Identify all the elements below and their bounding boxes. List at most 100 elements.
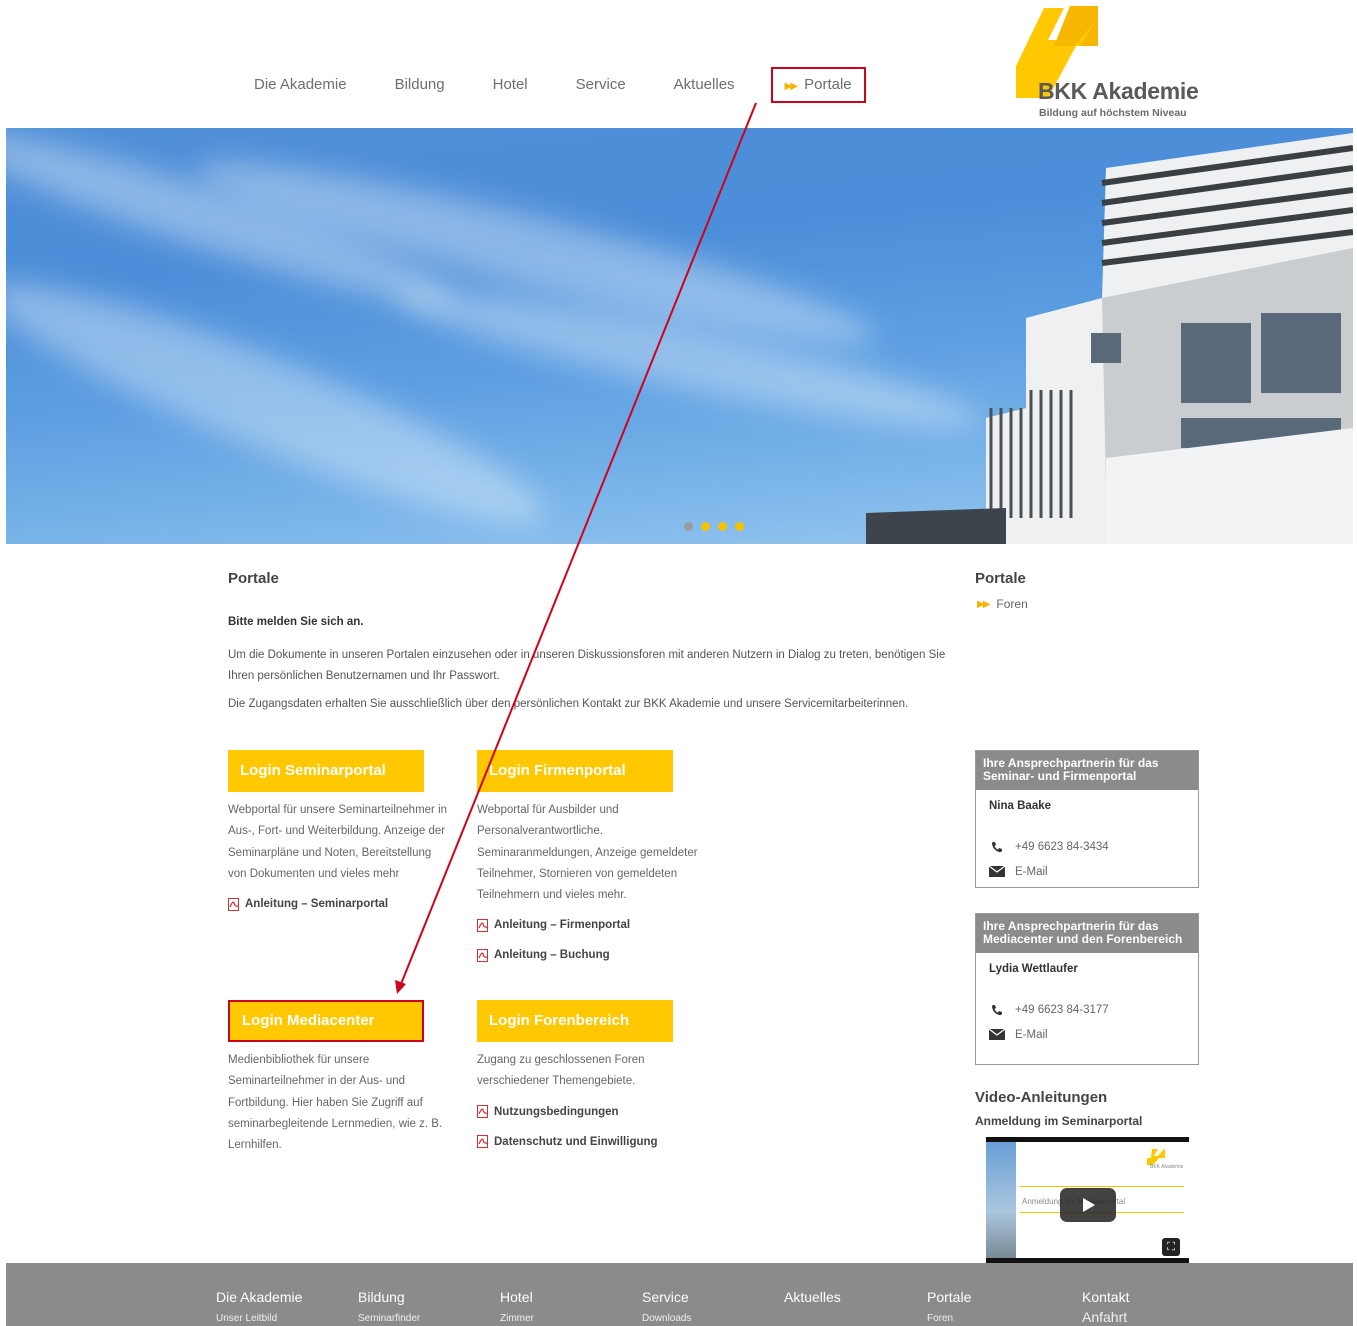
phone-icon [989,840,1005,854]
login-mediacenter-button[interactable]: Login Mediacenter [228,1000,424,1042]
slider-dot[interactable] [718,522,727,531]
building-image [866,133,1353,544]
pdf-link[interactable]: Anleitung – Firmenportal [477,914,701,936]
footer-link[interactable]: Unser Leitbild [216,1313,302,1324]
footer-heading[interactable]: Hotel [500,1289,534,1305]
forenbereich-box: Login Forenbereich Zugang zu geschlossen… [477,1000,701,1153]
intro-paragraph-2: Die Zugangsdaten erhalten Sie ausschließ… [228,698,909,710]
site-footer: Die Akademie Unser Leitbild Bildung Semina… [6,1263,1353,1326]
site-header: Die Akademie Bildung Hotel Service Aktue… [0,0,1357,128]
play-button[interactable] [1060,1188,1116,1222]
contact-card-heading: Ihre Ansprechpartnerin für das Seminar- … [976,751,1198,790]
intro-paragraph: Um die Dokumente in unseren Portalen ein… [228,649,946,682]
phone-number: +49 6623 84-3434 [1015,840,1109,853]
nav-portale[interactable]: ▶▶ Portale [770,67,866,103]
login-seminarportal-button[interactable]: Login Seminarportal [228,750,424,792]
pdf-link-label: Anleitung – Seminarportal [245,898,389,911]
page-title: Portale [228,570,279,587]
main-nav: Die Akademie Bildung Hotel Service Aktue… [230,66,866,104]
footer-heading[interactable]: Aktuelles [784,1289,841,1305]
pdf-link[interactable]: Datenschutz und Einwilligung [477,1131,701,1153]
video-logo-text: BKK Akademie [1150,1164,1184,1170]
slider-dot[interactable] [701,522,710,531]
footer-col: Portale Foren [927,1289,971,1324]
video-section-title: Video-Anleitungen [975,1089,1108,1106]
footer-heading[interactable]: Die Akademie [216,1289,302,1305]
footer-col: Bildung Seminarfinder [358,1289,420,1324]
contact-name: Nina Baake [989,800,1052,812]
footer-heading[interactable]: Service [642,1289,691,1305]
video-thumbnail-photo [986,1142,1016,1258]
sidebar-title: Portale [975,570,1026,587]
fullscreen-icon[interactable]: ⛶ [1162,1238,1180,1256]
nav-aktuelles[interactable]: Aktuelles [650,66,759,104]
footer-link[interactable]: Seminarfinder [358,1313,420,1324]
contact-card: Ihre Ansprechpartnerin für das Seminar- … [975,750,1199,888]
footer-heading[interactable]: Bildung [358,1289,420,1305]
video-subtitle: Anmeldung im Seminarportal [975,1114,1143,1128]
contact-phone: +49 6623 84-3434 [989,834,1185,859]
nav-bildung[interactable]: Bildung [371,66,469,104]
email-label: E-Mail [1015,1028,1048,1041]
envelope-icon [989,865,1005,879]
mediacenter-description: Medienbibliothek für unsere Seminarteiln… [228,1054,443,1152]
forenbereich-description: Zugang zu geschlossenen Foren verschiede… [477,1054,645,1088]
double-arrow-icon: ▶▶ [784,81,798,92]
pdf-link-label: Datenschutz und Einwilligung [494,1135,658,1148]
slider-dot[interactable] [735,522,744,531]
slider-dot[interactable] [684,522,693,531]
nav-die-akademie[interactable]: Die Akademie [230,66,371,104]
pdf-icon [477,948,488,962]
play-icon [1083,1198,1095,1212]
intro-heading: Bitte melden Sie sich an. [228,616,364,628]
pdf-link-label: Nutzungsbedingungen [494,1105,619,1118]
pdf-link[interactable]: Anleitung – Buchung [477,944,701,966]
double-arrow-icon: ▶▶ [977,598,990,610]
phone-number: +49 6623 84-3177 [1015,1003,1109,1016]
sidebar-link-foren[interactable]: ▶▶ Foren [977,597,1028,611]
seminarportal-description: Webportal für unsere Seminarteilnehmer i… [228,804,448,880]
video-thumbnail: BKK Akademie Anmeldung im Seminarportal … [986,1142,1189,1258]
footer-link[interactable]: Anfahrt [1082,1309,1129,1325]
video-player[interactable]: BKK Akademie Anmeldung im Seminarportal … [986,1137,1189,1263]
nav-service[interactable]: Service [552,66,650,104]
footer-col: Hotel Zimmer [500,1289,534,1324]
footer-link[interactable]: Foren [927,1313,971,1324]
footer-heading[interactable]: Kontakt [1082,1289,1129,1305]
mediacenter-box: Login Mediacenter Medienbibliothek für u… [228,1000,452,1156]
pdf-icon [477,1135,488,1149]
footer-col: Aktuelles [784,1289,841,1313]
logo-tagline: Bildung auf höchstem Niveau [1039,107,1187,119]
footer-link[interactable]: Downloads [642,1313,691,1324]
contact-card: Ihre Ansprechpartnerin für das Mediacent… [975,913,1199,1065]
pdf-link-label: Anleitung – Buchung [494,949,610,962]
contact-name: Lydia Wettlaufer [989,963,1078,975]
firmenportal-description: Webportal für Ausbilder und Personalvera… [477,804,698,902]
seminarportal-box: Login Seminarportal Webportal für unsere… [228,750,452,915]
envelope-icon [989,1028,1005,1042]
footer-heading[interactable]: Portale [927,1289,971,1305]
logo-name: BKK Akademie [1038,78,1199,104]
pdf-icon [477,1105,488,1119]
login-firmenportal-button[interactable]: Login Firmenportal [477,750,673,792]
contact-email-link[interactable]: E-Mail [989,859,1185,884]
phone-icon [989,1003,1005,1017]
contact-email-link[interactable]: E-Mail [989,1022,1185,1047]
pdf-icon [477,918,488,932]
sidebar-link-label: Foren [996,597,1028,611]
pdf-link[interactable]: Nutzungsbedingungen [477,1101,701,1123]
footer-link[interactable]: Zimmer [500,1313,534,1324]
video-divider [1020,1186,1184,1187]
footer-col: Service Downloads [642,1289,691,1324]
logo[interactable]: BKK Akademie Bildung auf höchstem Niveau [1014,6,1204,122]
contact-phone: +49 6623 84-3177 [989,997,1185,1022]
hero-slider [6,128,1353,544]
nav-hotel[interactable]: Hotel [469,66,552,104]
login-forenbereich-button[interactable]: Login Forenbereich [477,1000,673,1042]
nav-portale-label: Portale [804,76,852,93]
pdf-link-label: Anleitung – Firmenportal [494,919,631,932]
pdf-link[interactable]: Anleitung – Seminarportal [228,893,452,915]
footer-col: Die Akademie Unser Leitbild [216,1289,302,1324]
footer-col: Kontakt Anfahrt [1082,1289,1129,1325]
pdf-icon [228,897,239,911]
